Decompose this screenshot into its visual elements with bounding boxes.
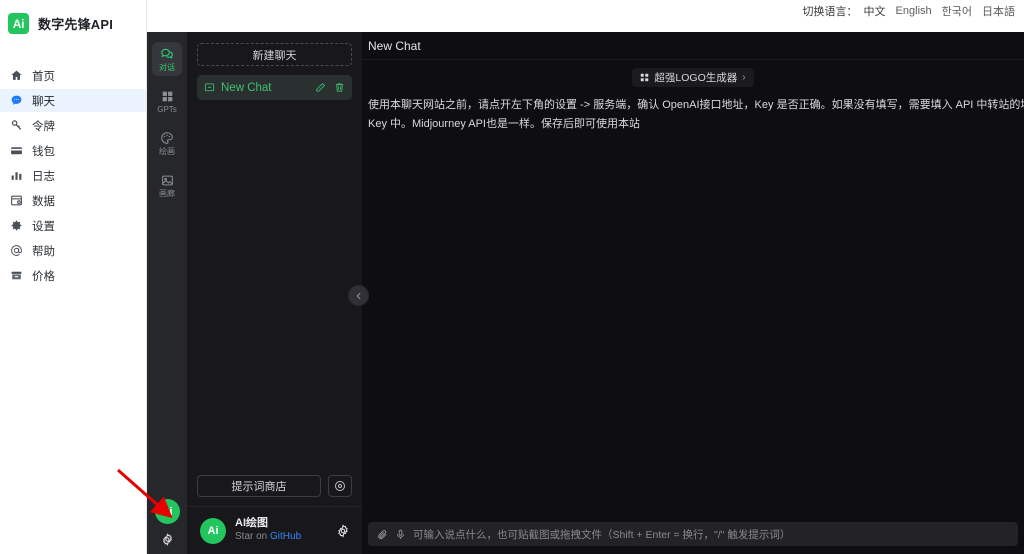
avatar: Ai [200,517,226,544]
user-subtitle-prefix: Star on [235,531,271,543]
user-card[interactable]: Ai AI绘图 Star on GitHub [187,506,362,554]
message-input-placeholder[interactable]: 可输入说点什么，也可贴截图或拖拽文件（Shift + Enter = 换行，"/… [413,527,790,542]
sidebar-item-wallet[interactable]: 钱包 [0,139,146,162]
sidebar-item-home-label: 首页 [32,70,55,83]
github-link[interactable]: GitHub [270,531,301,542]
icon-rail: 对话 GPTs 绘画 画廊 Ai [147,32,187,554]
sidebar-item-log[interactable]: 日志 [0,164,146,187]
price-tag-icon [9,269,23,283]
conversation-item[interactable]: New Chat [197,75,352,100]
rail-item-gpts-label: GPTs [157,104,177,114]
sidebar-item-settings[interactable]: 设置 [0,214,146,237]
rail-avatar[interactable]: Ai [154,499,180,524]
rail-item-draw-label: 绘画 [159,146,175,156]
left-sidebar: Ai 数字先锋API 首页 聊天 令牌 钱包 日志 数据 设置 帮助 价格 [0,0,147,554]
sidebar-item-settings-label: 设置 [32,220,55,233]
sidebar-item-wallet-label: 钱包 [32,145,55,158]
database-icon [9,194,23,208]
chat-header: New Chat [362,32,1024,60]
sidebar-item-home[interactable]: 首页 [0,64,146,87]
message-composer[interactable]: 可输入说点什么，也可贴截图或拖拽文件（Shift + Enter = 换行，"/… [368,522,1018,546]
rail-item-gallery[interactable]: 画廊 [152,168,182,202]
image-icon [161,173,174,188]
at-sign-icon [9,244,23,258]
pencil-icon[interactable] [315,82,326,93]
conversation-list-spacer [187,100,362,475]
key-icon [9,119,23,133]
sidebar-nav: 首页 聊天 令牌 钱包 日志 数据 设置 帮助 价格 [0,64,146,287]
intro-line-1: 使用本聊天网站之前，请点开左下角的设置 -> 服务端，确认 OpenAI接口地址… [368,99,1024,111]
main-chat-panel: New Chat 超强LOGO生成器 › 使用本聊天网站之前，请点开左下角的设置… [362,32,1024,554]
conversation-list-panel: 新建聊天 New Chat 提示词商店 Ai AI绘图 Star on GitH… [187,32,362,554]
bar-chart-icon [9,169,23,183]
chat-application: 对话 GPTs 绘画 画廊 Ai 新建聊天 New Chat 提示词商店 Ai … [147,32,1024,554]
sidebar-item-data-label: 数据 [32,195,55,208]
language-switcher: 切换语言： 中文 English 한국어 日本語 [802,0,1024,20]
language-option-ko[interactable]: 한국어 [937,3,977,19]
chevron-left-icon [356,292,361,299]
sidebar-collapse-button[interactable] [348,285,369,306]
chat-square-icon [204,82,215,93]
rail-item-chat[interactable]: 对话 [152,42,182,76]
microphone-icon[interactable] [395,529,406,540]
sidebar-item-help[interactable]: 帮助 [0,239,146,262]
language-option-en[interactable]: English [891,5,937,17]
user-subtitle: Star on GitHub [235,531,327,544]
new-chat-button[interactable]: 新建聊天 [197,43,352,66]
grid-icon [640,73,649,82]
home-icon [9,69,23,83]
user-meta: AI绘图 Star on GitHub [235,517,327,543]
grid-squares-icon [161,89,174,104]
sidebar-item-token-label: 令牌 [32,120,55,133]
sidebar-item-chat[interactable]: 聊天 [0,89,146,112]
sidebar-item-price[interactable]: 价格 [0,264,146,287]
language-option-ja[interactable]: 日本語 [977,3,1020,19]
paperclip-icon[interactable] [377,529,388,540]
chat-messages-area [362,134,1024,522]
user-settings-gear-icon[interactable] [336,523,350,538]
icon-rail-settings-gear[interactable] [161,533,174,546]
sidebar-item-price-label: 价格 [32,270,55,283]
language-option-zh[interactable]: 中文 [859,3,891,19]
icon-rail-bottom: Ai [147,499,187,546]
prompt-store-button[interactable]: 提示词商店 [197,475,321,497]
chat-bubbles-icon [160,47,174,62]
page-title: New Chat [368,38,421,53]
wallet-icon [9,144,23,158]
conversation-item-title: New Chat [221,81,272,94]
settings-circle-icon[interactable] [328,475,352,497]
sidebar-item-chat-label: 聊天 [32,95,55,108]
logo-generator-promo-label: 超强LOGO生成器 [654,72,738,84]
app-root: Ai 数字先锋API 首页 聊天 令牌 钱包 日志 数据 设置 帮助 价格 对话… [0,0,1024,554]
prompt-store-row: 提示词商店 [187,475,362,506]
sidebar-item-log-label: 日志 [32,170,55,183]
brand[interactable]: Ai 数字先锋API [0,0,146,38]
logo-generator-promo[interactable]: 超强LOGO生成器 › [632,68,754,87]
language-switcher-label: 切换语言： [802,6,858,18]
trash-icon[interactable] [334,82,345,93]
chat-bubble-icon [9,94,23,108]
sidebar-item-token[interactable]: 令牌 [0,114,146,137]
intro-message: 使用本聊天网站之前，请点开左下角的设置 -> 服务端，确认 OpenAI接口地址… [362,92,1024,134]
rail-item-draw[interactable]: 绘画 [152,126,182,160]
brand-name: 数字先锋API [38,17,114,32]
palette-icon [160,131,174,146]
intro-line-2: Key 中。Midjourney API也是一样。保存后即可使用本站 [368,118,640,130]
promo-row: 超强LOGO生成器 › [362,60,1024,92]
sidebar-item-data[interactable]: 数据 [0,189,146,212]
composer-wrapper: 可输入说点什么，也可贴截图或拖拽文件（Shift + Enter = 换行，"/… [362,522,1024,554]
brand-logo-icon: Ai [8,13,29,34]
chevron-right-icon: › [742,72,746,83]
rail-item-chat-label: 对话 [159,62,175,72]
rail-item-gallery-label: 画廊 [159,188,175,198]
sidebar-item-help-label: 帮助 [32,245,55,258]
user-name: AI绘图 [235,517,268,530]
rail-item-gpts[interactable]: GPTs [152,84,182,118]
gear-icon [9,219,23,233]
